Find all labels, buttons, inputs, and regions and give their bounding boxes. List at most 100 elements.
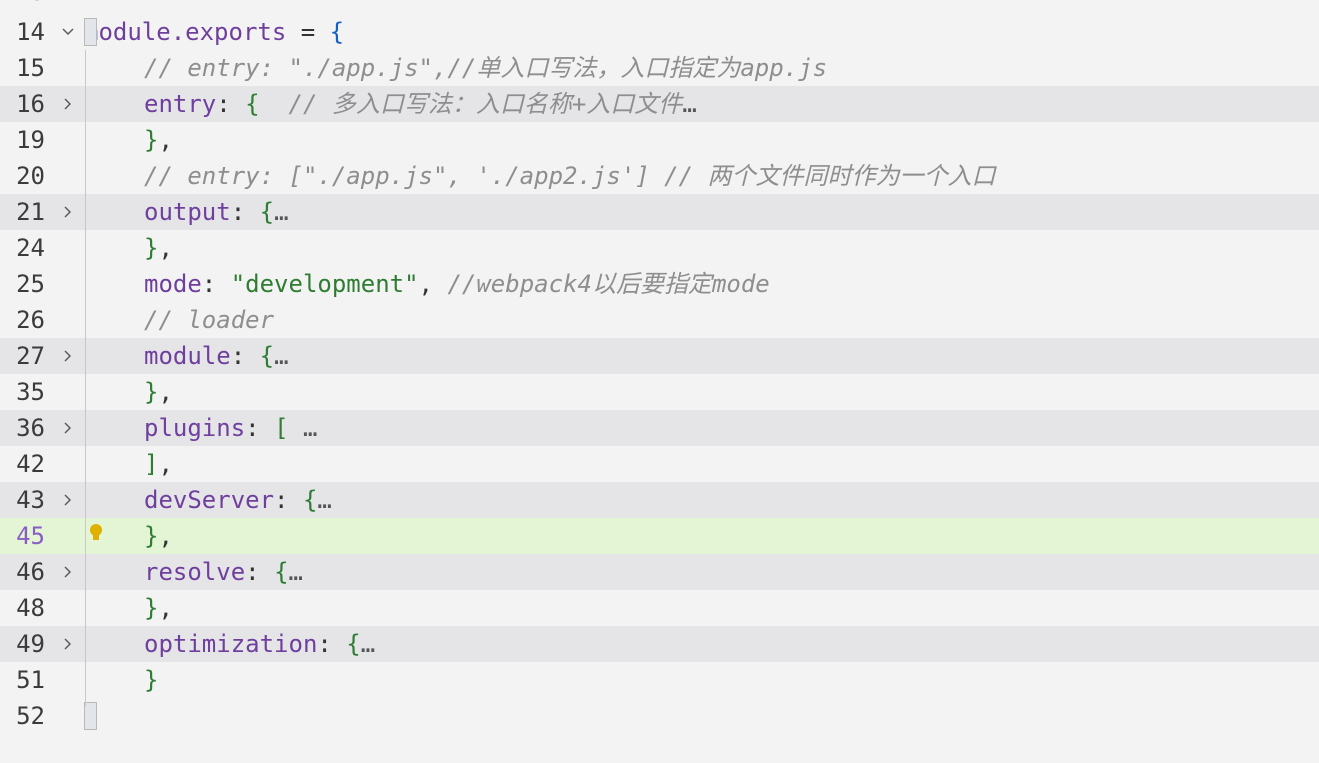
line-number: 52 (16, 702, 45, 730)
code-token: { (274, 558, 289, 586)
code-token: } (144, 666, 159, 694)
code-text: output: {… (144, 194, 289, 230)
code-line[interactable]: 20 // entry: ["./app.js", './app2.js'] //… (0, 158, 1319, 194)
fold-ellipsis[interactable]: … (361, 630, 375, 658)
folded-code-line[interactable]: 46 resolve: {… (0, 554, 1319, 590)
code-line[interactable]: 42], (0, 446, 1319, 482)
code-token: module (144, 342, 231, 370)
code-token: } (144, 378, 159, 406)
code-line[interactable]: 52} (0, 698, 1319, 734)
code-token: ] (144, 450, 159, 478)
fold-ellipsis[interactable]: … (274, 198, 288, 226)
code-line[interactable]: 48}, (0, 590, 1319, 626)
line-number: 36 (16, 414, 45, 442)
code-text: // entry: "./app.js",//单入口写法，入口指定为app.js (144, 50, 827, 86)
code-token: : (317, 630, 347, 658)
line-number: 16 (16, 90, 45, 118)
fold-ellipsis[interactable]: … (289, 414, 317, 442)
code-token: devServer (144, 486, 275, 514)
code-text: } (144, 662, 158, 698)
folded-code-line[interactable]: 21 output: {… (0, 194, 1319, 230)
code-token: } (144, 522, 159, 550)
lightbulb-icon[interactable] (88, 521, 104, 545)
folded-code-line[interactable]: 16 entry: { // 多入口写法：入口名称+入口文件… (0, 86, 1319, 122)
code-text: optimization: {… (144, 626, 375, 662)
code-text: // entry: ["./app.js", './app2.js'] // 两… (144, 158, 996, 194)
line-number: 45 (16, 522, 45, 550)
code-token: // entry: ["./app.js", './app2.js'] // 两… (144, 162, 996, 190)
code-token: { (245, 90, 260, 118)
code-token: , (158, 234, 173, 262)
code-text: }, (144, 518, 173, 554)
line-number: 14 (16, 18, 45, 46)
code-token: { (259, 198, 275, 226)
code-token: mode (144, 270, 202, 298)
line-number: 51 (16, 666, 45, 694)
code-token: plugins (144, 414, 246, 442)
code-token: : (230, 198, 260, 226)
code-token: : (245, 414, 275, 442)
fold-ellipsis[interactable]: … (289, 558, 303, 586)
chevron-down-icon[interactable] (58, 22, 78, 42)
line-number: 19 (16, 126, 45, 154)
chevron-right-icon[interactable] (58, 94, 78, 114)
code-line[interactable]: 15 // entry: "./app.js",//单入口写法，入口指定为app.… (0, 50, 1319, 86)
chevron-right-icon[interactable] (58, 202, 78, 222)
fold-ellipsis[interactable]: … (274, 342, 288, 370)
code-token: : (216, 90, 246, 118)
code-token: { (302, 486, 318, 514)
fold-ellipsis[interactable]: … (317, 486, 331, 514)
line-number: 26 (16, 306, 45, 334)
code-text: module.exports = { (84, 14, 344, 50)
code-token: , (158, 450, 173, 478)
folded-code-line[interactable]: 49 optimization: {… (0, 626, 1319, 662)
code-text: }, (144, 590, 173, 626)
code-line[interactable]: 35}, (0, 374, 1319, 410)
chevron-right-icon[interactable] (58, 634, 78, 654)
line-number: 42 (16, 450, 45, 478)
line-number: 27 (16, 342, 45, 370)
folded-code-line[interactable]: 43 devServer: {… (0, 482, 1319, 518)
current-code-line[interactable]: 45}, (0, 518, 1319, 554)
code-token: // 多入口写法：入口名称+入口文件 (259, 90, 683, 118)
code-text: plugins: [ … (144, 410, 317, 446)
code-token: resolve (144, 558, 246, 586)
code-token: optimization (144, 630, 318, 658)
code-token: // loader (144, 306, 275, 334)
line-number: 21 (16, 198, 45, 226)
code-text: ], (144, 446, 173, 482)
code-line[interactable]: 26 // loader (0, 302, 1319, 338)
code-line[interactable]: 19}, (0, 122, 1319, 158)
code-token: module.exports (84, 18, 287, 46)
code-text: resolve: {… (144, 554, 303, 590)
code-line[interactable]: 24}, (0, 230, 1319, 266)
code-line[interactable]: 14 module.exports = { (0, 14, 1319, 50)
bracket-match-highlight (84, 702, 97, 730)
chevron-right-icon[interactable] (58, 346, 78, 366)
code-text: // loader (144, 302, 274, 338)
code-token: , (158, 126, 173, 154)
code-token: } (144, 234, 159, 262)
chevron-right-icon[interactable] (58, 562, 78, 582)
code-text: entry: { // 多入口写法：入口名称+入口文件… (144, 86, 697, 122)
code-token: = (286, 18, 330, 46)
code-token: , (158, 378, 173, 406)
line-number: 24 (16, 234, 45, 262)
code-editor[interactable]: 13 14module.exports = {15// entry: "./ap… (0, 0, 1319, 763)
code-token: //webpack4以后要指定mode (447, 270, 770, 298)
code-line[interactable]: 25 mode: "development", //webpack4以后要指定mo… (0, 266, 1319, 302)
code-token: : (230, 342, 260, 370)
line-number: 48 (16, 594, 45, 622)
folded-code-line[interactable]: 36 plugins: [ … (0, 410, 1319, 446)
chevron-right-icon[interactable] (58, 490, 78, 510)
code-token: } (144, 594, 159, 622)
fold-ellipsis[interactable]: … (682, 90, 696, 118)
chevron-right-icon[interactable] (58, 418, 78, 438)
code-line[interactable]: 51} (0, 662, 1319, 698)
folded-code-line[interactable]: 27 module: {… (0, 338, 1319, 374)
code-token: : (274, 486, 303, 514)
bracket-match-highlight (84, 18, 97, 46)
code-token: entry (144, 90, 217, 118)
code-token: , (158, 522, 173, 550)
line-number: 20 (16, 162, 45, 190)
